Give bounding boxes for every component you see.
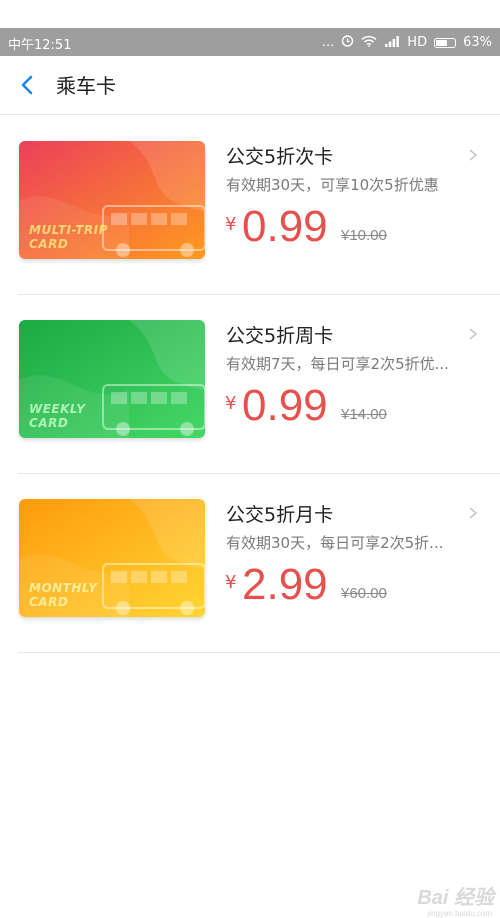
card-row-weekly[interactable]: WEEKLY CARD 公交5折周卡 有效期7天，每日可享2次5折优... ¥ … [0, 295, 500, 474]
card-image-monthly: MONTHLY CARD [19, 499, 205, 617]
card-label-line2: CARD [29, 595, 69, 609]
back-arrow-icon[interactable] [16, 73, 40, 97]
card-price: 0.99 [242, 381, 328, 430]
card-label-line1: MULTI-TRIP [29, 223, 108, 237]
status-bar: 中午12:51 ... HD 63% [0, 28, 500, 56]
currency-symbol: ¥ [225, 572, 237, 593]
card-image-weekly: WEEKLY CARD [19, 320, 205, 438]
wifi-icon [361, 35, 377, 51]
card-description: 有效期30天，可享10次5折优惠 [226, 176, 439, 194]
card-name: 公交5折月卡 [226, 504, 334, 526]
card-label-line1: WEEKLY [29, 402, 86, 416]
card-price: 2.99 [242, 560, 328, 609]
network-type: HD [407, 35, 428, 50]
card-name: 公交5折周卡 [226, 325, 334, 347]
alarm-icon [341, 34, 354, 51]
row-divider [18, 652, 500, 653]
card-label-line2: CARD [29, 416, 69, 430]
card-description: 有效期30天，每日可享2次5折... [226, 534, 444, 552]
chevron-right-icon [469, 328, 478, 340]
page-title: 乘车卡 [56, 74, 116, 98]
signal-icon [384, 35, 400, 51]
card-row-multi-trip[interactable]: MULTI-TRIP CARD 公交5折次卡 有效期30天，可享10次5折优惠 … [0, 116, 500, 295]
status-time: 中午12:51 [8, 38, 72, 53]
currency-symbol: ¥ [225, 393, 237, 414]
card-row-monthly[interactable]: MONTHLY CARD 公交5折月卡 有效期30天，每日可享2次5折... ¥… [0, 474, 500, 653]
original-price: ¥10.00 [341, 227, 387, 244]
top-blank-band [0, 0, 500, 28]
card-price: 0.99 [242, 202, 328, 251]
battery-icon [434, 37, 457, 48]
more-dots-icon: ... [321, 35, 335, 50]
battery-level [436, 39, 447, 46]
currency-symbol: ¥ [225, 214, 237, 235]
status-icons: ... HD 63% [322, 34, 492, 51]
chevron-right-icon [469, 507, 478, 519]
chevron-right-icon [469, 149, 478, 161]
original-price: ¥60.00 [341, 585, 387, 602]
watermark-url: jingyan.baidu.com [427, 909, 492, 918]
battery-percent: 63% [463, 35, 492, 50]
original-price: ¥14.00 [341, 406, 387, 423]
card-label-line1: MONTHLY [29, 581, 98, 595]
card-description: 有效期7天，每日可享2次5折优... [226, 355, 449, 373]
watermark-logo: Bai 经验 [417, 887, 494, 909]
card-label-line2: CARD [29, 237, 69, 251]
card-name: 公交5折次卡 [226, 146, 334, 168]
title-bar: 乘车卡 [0, 56, 500, 115]
card-image-multi-trip: MULTI-TRIP CARD [19, 141, 205, 259]
